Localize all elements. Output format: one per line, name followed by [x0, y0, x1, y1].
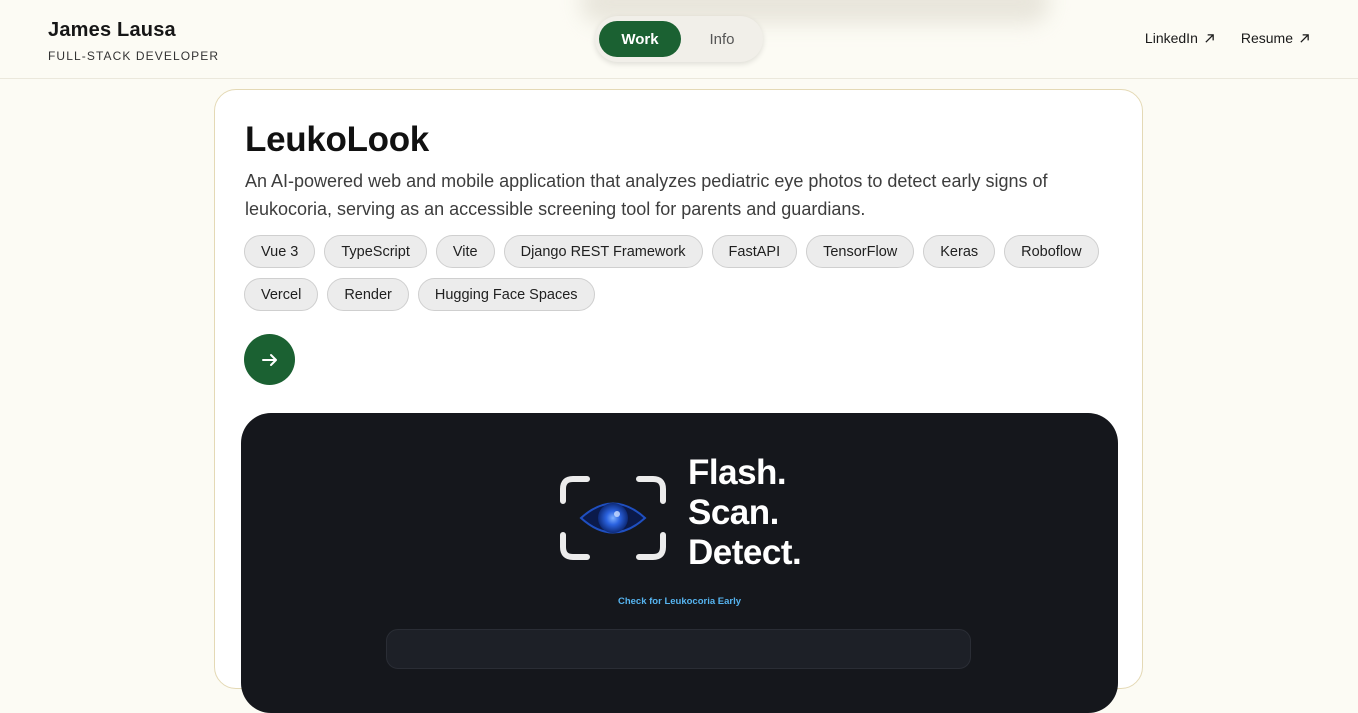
- open-project-button[interactable]: [244, 334, 295, 385]
- preview-panel: [386, 629, 971, 669]
- slogan-line: Detect.: [688, 533, 802, 572]
- brand-role: FULL-STACK DEVELOPER: [48, 49, 220, 63]
- slogan-line: Flash.: [688, 453, 787, 492]
- tech-tag: FastAPI: [711, 235, 798, 268]
- external-links: LinkedIn Resume: [1145, 30, 1310, 46]
- preview-tagline: Check for Leukocoria Early: [617, 596, 742, 607]
- tech-tag: TensorFlow: [806, 235, 915, 268]
- tech-tag: Hugging Face Spaces: [417, 278, 595, 311]
- project-card: LeukoLook An AI-powered web and mobile a…: [214, 89, 1143, 713]
- resume-link[interactable]: Resume: [1241, 30, 1310, 46]
- site-header: James Lausa FULL-STACK DEVELOPER Work In…: [0, 0, 1358, 79]
- tech-tag: Vercel: [244, 278, 319, 311]
- project-title: LeukoLook: [245, 120, 429, 159]
- toggle-info-button[interactable]: Info: [689, 21, 755, 57]
- resume-link-label: Resume: [1240, 30, 1293, 46]
- toggle-work-button[interactable]: Work: [599, 21, 681, 57]
- arrow-up-right-icon: [1300, 33, 1309, 43]
- arrow-up-right-icon: [1205, 33, 1214, 43]
- brand-name: James Lausa: [48, 19, 176, 41]
- tech-tag: TypeScript: [324, 235, 427, 268]
- tech-tags: Vue 3 TypeScript Vite Django REST Framew…: [244, 235, 1124, 311]
- slogan-line: Scan.: [688, 493, 779, 532]
- tech-tag: Vue 3: [244, 235, 316, 268]
- tech-tag: Render: [327, 278, 409, 311]
- tech-tag: Django REST Framework: [503, 235, 703, 268]
- arrow-right-icon: [261, 353, 277, 366]
- eye-scan-icon: [560, 476, 666, 560]
- tech-tag: Roboflow: [1004, 235, 1099, 268]
- linkedin-link[interactable]: LinkedIn: [1145, 30, 1215, 46]
- tech-tag: Keras: [923, 235, 996, 268]
- project-description: An AI-powered web and mobile application…: [245, 171, 1048, 219]
- brand[interactable]: James Lausa FULL-STACK DEVELOPER: [48, 19, 219, 63]
- tech-tag: Vite: [435, 235, 495, 268]
- linkedin-link-label: LinkedIn: [1144, 30, 1198, 46]
- project-preview-image[interactable]: Flash. Scan. Detect. Check for Leukocori…: [241, 413, 1118, 713]
- view-toggle: Work Info: [595, 16, 763, 62]
- preview-slogan: Flash. Scan. Detect.: [688, 453, 802, 573]
